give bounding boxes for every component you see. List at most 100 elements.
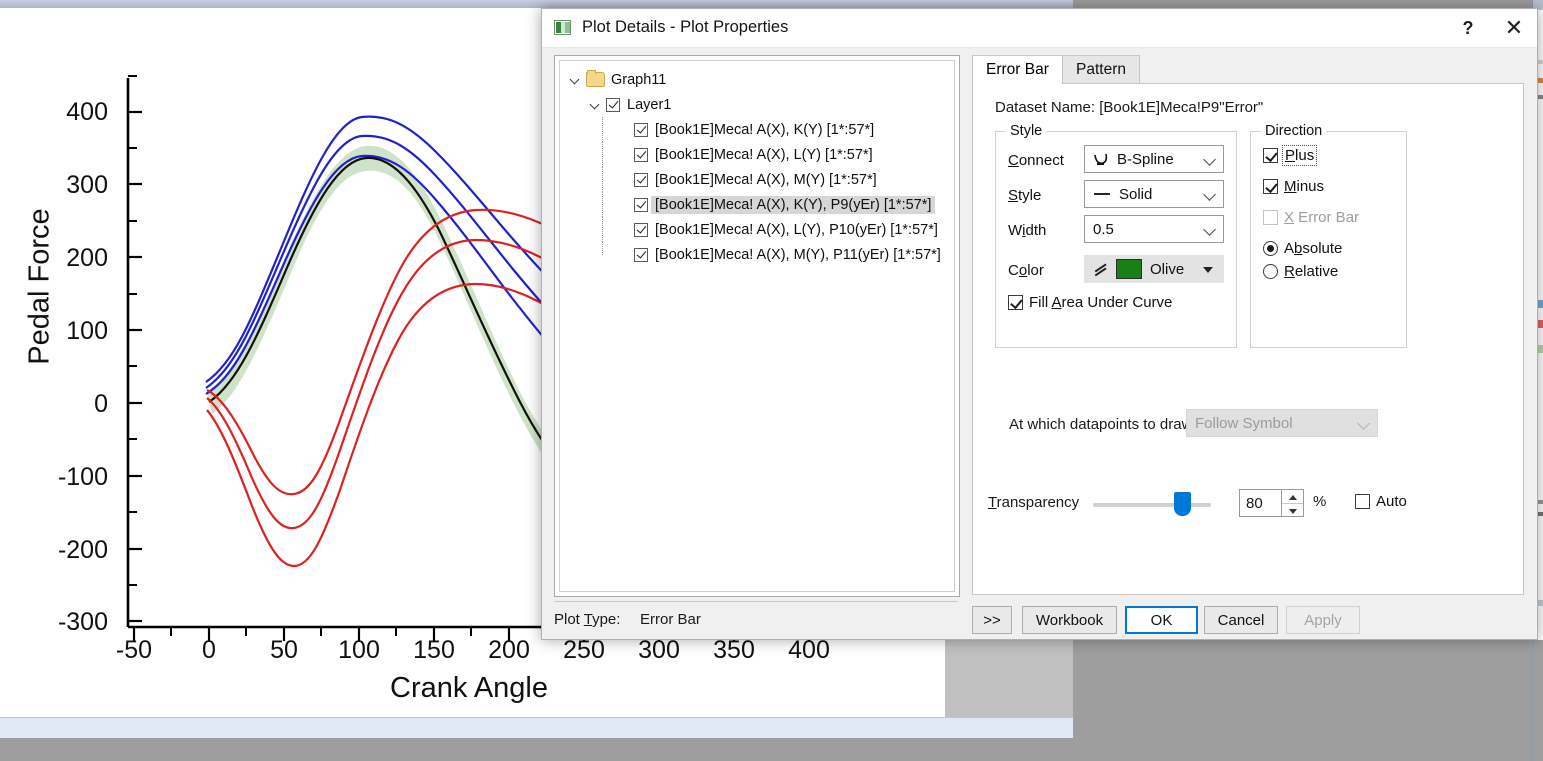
layer-checkbox[interactable] [606, 97, 620, 112]
x-tick-label: 0 [202, 636, 216, 664]
plot-type-value: Error Bar [640, 611, 701, 628]
cancel-button[interactable]: Cancel [1204, 606, 1278, 634]
tree-node-layer[interactable]: Layer1 [566, 92, 954, 117]
color-swatch [1116, 259, 1142, 279]
y-axis-title: Pedal Force [23, 208, 56, 365]
dataset-name-label: Dataset Name: [Book1E]Meca!P9"Error" [995, 99, 1264, 116]
checkbox-box[interactable] [1008, 295, 1023, 310]
connect-value: B-Spline [1117, 150, 1174, 168]
chevron-down-icon[interactable] [1203, 188, 1216, 201]
style-group-title: Style [1006, 123, 1047, 139]
relative-label: Relative [1284, 263, 1339, 280]
error-bar-tab-page: Dataset Name: [Book1E]Meca!P9"Error" Sty… [972, 83, 1524, 595]
x-tick-label: 250 [563, 636, 605, 664]
transparency-input[interactable]: 80 [1239, 489, 1282, 517]
b-spline-icon [1094, 153, 1108, 165]
x-error-bar-checkbox: X Error Bar [1263, 209, 1359, 226]
help-icon[interactable]: ? [1445, 9, 1491, 47]
y-tick-label: 100 [66, 317, 108, 345]
radio-dot[interactable] [1263, 241, 1278, 256]
tab-error-bar[interactable]: Error Bar [972, 55, 1063, 84]
tree-item-dataset[interactable]: [Book1E]Meca! A(X), L(Y) [1*:57*] [566, 142, 954, 167]
dataset-checkbox[interactable] [634, 172, 648, 187]
y-tick-label: 0 [94, 390, 108, 418]
tree-node-graph[interactable]: Graph11 [566, 67, 954, 92]
fill-area-under-curve-checkbox[interactable]: Fill Area Under Curve [1008, 294, 1172, 311]
chevron-down-icon[interactable] [1203, 153, 1216, 166]
tree-node-label: Layer1 [627, 96, 672, 113]
dataset-checkbox[interactable] [634, 197, 648, 212]
tree-item-dataset[interactable]: [Book1E]Meca! A(X), M(Y), P11(yEr) [1*:5… [566, 242, 954, 267]
chevron-down-icon[interactable] [1203, 223, 1216, 236]
tree-item-label: [Book1E]Meca! A(X), K(Y) [1*:57*] [655, 121, 875, 138]
width-select[interactable]: 0.5 [1084, 215, 1224, 243]
x-tick-label: -50 [115, 636, 153, 664]
graph-window-statusbar [0, 717, 1073, 738]
dataset-checkbox[interactable] [634, 122, 648, 137]
auto-checkbox[interactable]: Auto [1355, 493, 1407, 510]
color-value: Olive [1150, 260, 1185, 278]
x-tick-label: 200 [488, 636, 530, 664]
width-label: Width [1008, 222, 1047, 239]
ok-button[interactable]: OK [1125, 606, 1198, 634]
plot-tree[interactable]: Graph11 Layer1 [Book1E]Meca! A(X), K(Y) … [559, 60, 955, 592]
x-tick-label: 300 [638, 636, 680, 664]
dataset-checkbox[interactable] [634, 147, 648, 162]
relative-radio[interactable]: Relative [1263, 263, 1338, 280]
checkbox-box[interactable] [1355, 494, 1370, 509]
apply-button: Apply [1286, 606, 1360, 634]
tab-strip: Error Bar Pattern [972, 55, 1524, 84]
auto-label: Auto [1376, 493, 1407, 510]
tree-item-label: [Book1E]Meca! A(X), K(Y), P9(yEr) [1*:57… [651, 195, 936, 214]
tree-item-dataset[interactable]: [Book1E]Meca! A(X), L(Y), P10(yEr) [1*:5… [566, 217, 954, 242]
transparency-slider-track[interactable] [1093, 503, 1211, 507]
tree-item-label: [Book1E]Meca! A(X), L(Y) [1*:57*] [655, 146, 873, 163]
tree-item-dataset-selected[interactable]: [Book1E]Meca! A(X), K(Y), P9(yEr) [1*:57… [566, 192, 954, 217]
style-group: Style CConnectonnect B-Spline Style [995, 123, 1237, 348]
transparency-stepper[interactable] [1282, 489, 1304, 517]
plot-tree-panel[interactable]: Graph11 Layer1 [Book1E]Meca! A(X), K(Y) … [554, 55, 960, 597]
plus-checkbox[interactable]: Plus [1263, 145, 1318, 166]
tree-item-dataset[interactable]: [Book1E]Meca! A(X), K(Y) [1*:57*] [566, 117, 954, 142]
color-select[interactable]: Olive [1084, 255, 1224, 283]
absolute-label: Absolute [1284, 240, 1343, 257]
tab-pattern[interactable]: Pattern [1062, 55, 1140, 84]
close-icon[interactable]: ✕ [1491, 9, 1537, 47]
dataset-checkbox[interactable] [634, 247, 648, 262]
x-tick-label: 50 [270, 636, 298, 664]
properties-pane: Error Bar Pattern Dataset Name: [Book1E]… [972, 55, 1524, 595]
line-style-select[interactable]: Solid [1084, 180, 1224, 208]
footer-divider [554, 601, 958, 602]
dataset-checkbox[interactable] [634, 222, 648, 237]
transparency-slider-thumb[interactable] [1174, 492, 1191, 516]
style-label: Style [1008, 187, 1042, 204]
checkbox-box[interactable] [1263, 179, 1278, 194]
datapoints-label: At which datapoints to draw [1009, 416, 1193, 433]
checkbox-box [1263, 210, 1278, 225]
connect-label: CConnectonnect [1008, 152, 1064, 169]
datapoints-select: Follow Symbol [1186, 409, 1378, 437]
chevron-down-icon[interactable] [590, 99, 601, 110]
workbook-button[interactable]: Workbook [1022, 606, 1117, 634]
tree-item-dataset[interactable]: [Book1E]Meca! A(X), M(Y) [1*:57*] [566, 167, 954, 192]
dialog-titlebar[interactable]: Plot Details - Plot Properties ? ✕ [542, 9, 1537, 48]
chevron-down-icon[interactable] [1203, 267, 1213, 273]
chevron-down-icon[interactable] [570, 74, 581, 85]
stepper-down-icon[interactable] [1282, 503, 1303, 517]
x-tick-label: 100 [338, 636, 380, 664]
expand-button[interactable]: >> [972, 606, 1012, 634]
width-value: 0.5 [1093, 220, 1114, 238]
minus-checkbox[interactable]: Minus [1263, 178, 1324, 195]
pencil-icon[interactable] [1090, 260, 1112, 278]
fill-area-label: Fill Area Under Curve [1029, 294, 1173, 311]
style-value: Solid [1119, 185, 1153, 203]
connect-select[interactable]: B-Spline [1084, 145, 1224, 173]
stepper-up-icon[interactable] [1282, 490, 1303, 503]
tree-item-label: [Book1E]Meca! A(X), L(Y), P10(yEr) [1*:5… [655, 221, 938, 238]
radio-dot[interactable] [1263, 264, 1278, 279]
x-tick-label: 150 [413, 636, 455, 664]
absolute-radio[interactable]: Absolute [1263, 240, 1342, 257]
checkbox-box[interactable] [1263, 148, 1278, 163]
minus-label: Minus [1284, 178, 1325, 195]
plus-label: Plus [1281, 145, 1318, 166]
